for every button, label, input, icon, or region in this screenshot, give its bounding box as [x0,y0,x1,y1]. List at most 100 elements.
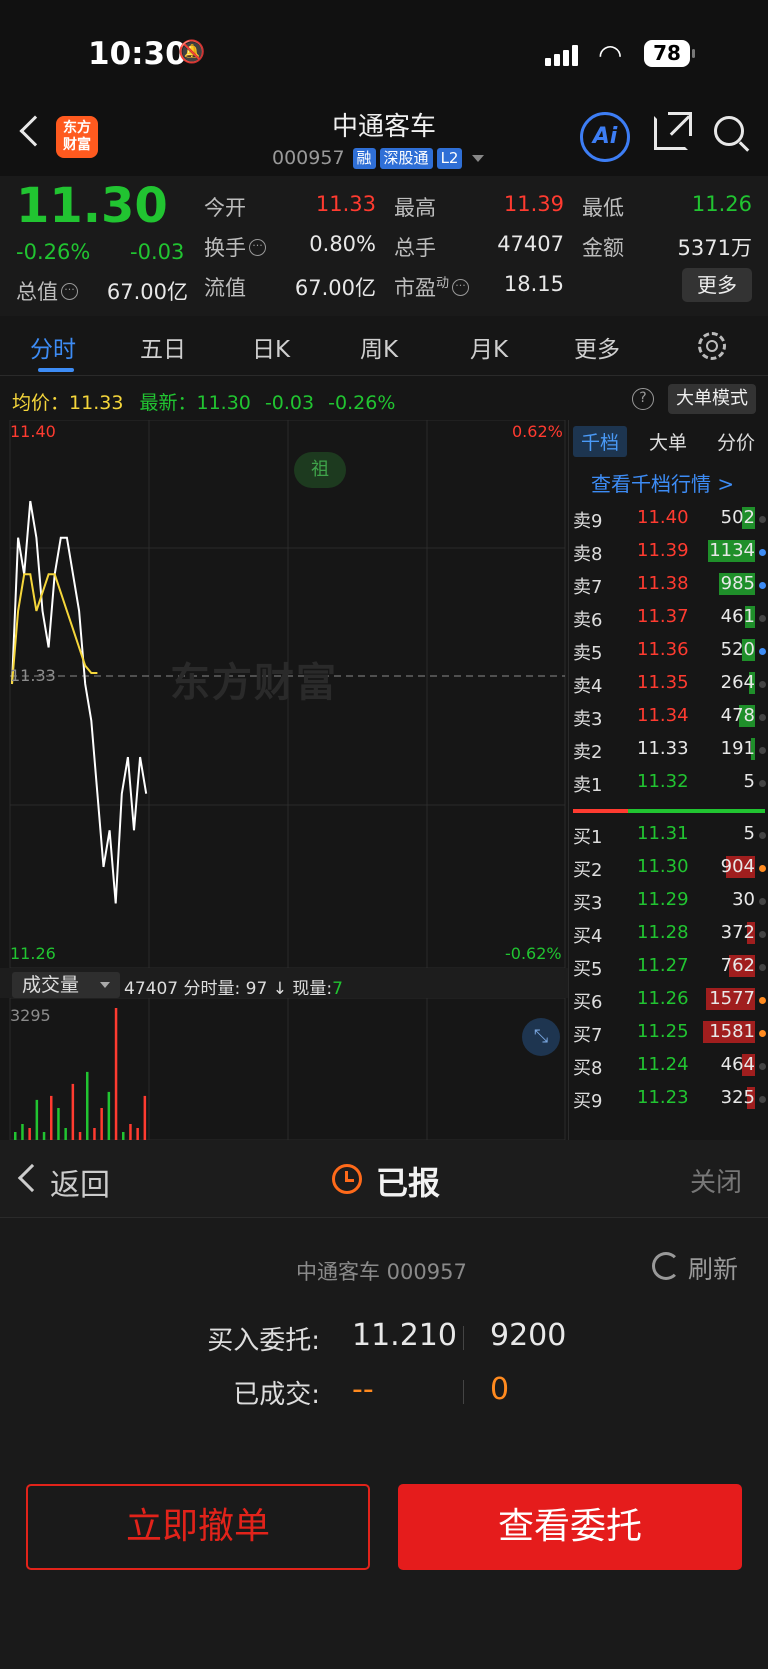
tab-intraday[interactable]: 分时 [30,330,76,364]
tab-price-dist[interactable]: 分价 [717,428,755,455]
intraday-chart[interactable]: 11.40 11.33 11.26 0.62% -0.62% 祖 东方财富 成交… [0,420,568,1140]
order-book-row[interactable]: 卖2 11.33 191 [569,733,768,766]
back-icon[interactable] [17,1163,47,1193]
info-icon[interactable]: ··· [61,283,78,300]
order-stock: 中通客车 000957 [296,1260,467,1284]
tag-connect: 深股通 [379,147,433,169]
help-icon[interactable]: ? [632,388,654,410]
depth-quote-link[interactable]: 查看千档行情 > [591,468,734,497]
tab-depth[interactable]: 千档 [573,426,628,457]
level-dot [759,681,766,688]
buy-order-qty: 9200 [490,1318,567,1353]
volume-label: 总手 [394,236,436,260]
y-axis-bottom: 11.26 [10,944,56,963]
info-icon[interactable]: ··· [249,239,266,256]
back-icon[interactable] [19,115,51,147]
order-book-row[interactable]: 卖9 11.40 502 [569,502,768,535]
order-book-row[interactable]: 买9 11.23 325 [569,1082,768,1115]
volume-bar [143,1095,147,1140]
turnover-value: 0.80% [309,232,376,256]
volume-total: 47407 [124,979,179,999]
level-label: 卖4 [573,676,603,697]
close-button[interactable]: 关闭 [690,1162,742,1199]
pe-dynamic-sup: 动 [436,276,450,291]
cancel-order-button[interactable]: 立即撤单 [26,1484,370,1570]
order-book-row[interactable]: 卖1 11.32 5 [569,766,768,799]
tab-more[interactable]: 更多 [574,330,620,364]
level-price: 11.27 [637,955,689,976]
view-orders-button[interactable]: 查看委托 [398,1484,742,1570]
order-book-row[interactable]: 买7 11.25 1581 [569,1016,768,1049]
level-label: 买3 [573,893,603,914]
pct-axis-bottom: -0.62% [505,944,562,963]
stock-name[interactable]: 中通客车 [284,106,484,143]
battery-icon: 78 [644,40,690,67]
refresh-icon[interactable] [652,1252,680,1280]
tab-daily[interactable]: 日K [252,330,290,364]
order-book-row[interactable]: 卖5 11.36 520 [569,634,768,667]
app-logo[interactable]: 东方 财富 [56,116,98,158]
level-price: 11.37 [637,606,689,627]
tag-margin: 融 [352,147,376,169]
buy-order-price: 11.210 [352,1318,457,1353]
order-book-row[interactable]: 买4 11.28 372 [569,917,768,950]
volume-bar [122,1132,125,1140]
y-axis-mid: 11.33 [10,666,56,685]
order-book-row[interactable]: 买8 11.24 464 [569,1049,768,1082]
order-book-row[interactable]: 卖8 11.39 1134 [569,535,768,568]
level-price: 11.40 [637,507,689,528]
order-book-row[interactable]: 买6 11.26 1577 [569,983,768,1016]
order-book-row[interactable]: 买2 11.30 904 [569,851,768,884]
open-value: 11.33 [315,192,376,216]
volume-bar [21,1124,24,1140]
tab-five-day[interactable]: 五日 [140,330,186,364]
back-button[interactable]: 返回 [50,1160,110,1204]
level-volume: 520 [720,639,755,660]
low-label: 最低 [582,196,624,220]
watermark: 东方财富 [170,660,338,706]
battery-tip [692,49,695,58]
ai-button[interactable]: Ai [580,112,630,162]
high-label: 最高 [394,196,436,220]
expand-icon[interactable]: ⤡ [522,1018,560,1056]
minute-volume: 97 [245,979,268,999]
level-price: 11.32 [637,771,689,792]
level-volume: 1577 [709,988,755,1009]
tab-monthly[interactable]: 月K [470,330,508,364]
chevron-down-icon [472,154,485,162]
app-header: 东方 财富 中通客车 000957 融 深股通 L2 Ai [0,100,768,176]
level-dot [759,582,766,589]
tab-weekly[interactable]: 周K [360,330,398,364]
level-dot [759,865,766,872]
level-label: 卖8 [573,544,603,565]
level-volume: 502 [720,507,755,528]
level-dot [759,1096,766,1103]
order-book-row[interactable]: 买1 11.31 5 [569,818,768,851]
big-order-mode-button[interactable]: 大单模式 [668,384,756,414]
chart-badge[interactable]: 祖 [294,452,346,488]
order-book-row[interactable]: 卖7 11.38 985 [569,568,768,601]
quote-panel: 11.30 -0.26% -0.03 总值 ··· 67.00亿 今开 11.33… [0,176,768,316]
tab-big-order[interactable]: 大单 [649,428,687,455]
level-label: 买2 [573,860,603,881]
info-icon[interactable]: ··· [452,279,470,296]
order-book-row[interactable]: 卖3 11.34 478 [569,700,768,733]
order-book-row[interactable]: 买3 11.29 30 [569,884,768,917]
logo-text-bottom: 财富 [63,137,91,153]
chevron-down-icon [100,982,110,988]
stock-subtitle[interactable]: 000957 融 深股通 L2 [272,146,485,170]
level-label: 卖6 [573,610,603,631]
change-amount: -0.03 [130,240,185,264]
refresh-button[interactable]: 刷新 [688,1250,738,1286]
order-book-row[interactable]: 卖4 11.35 264 [569,667,768,700]
level-volume: 461 [720,606,755,627]
level-label: 卖1 [573,775,603,796]
level-label: 卖7 [573,577,603,598]
order-book-row[interactable]: 买5 11.27 762 [569,950,768,983]
level-label: 卖9 [573,511,603,532]
order-book-row[interactable]: 卖6 11.37 461 [569,601,768,634]
divider [463,1326,464,1350]
sheet-header: 返回 已报 关闭 [0,1140,768,1218]
pct-axis-top: 0.62% [512,422,563,441]
more-button[interactable]: 更多 [682,268,752,302]
